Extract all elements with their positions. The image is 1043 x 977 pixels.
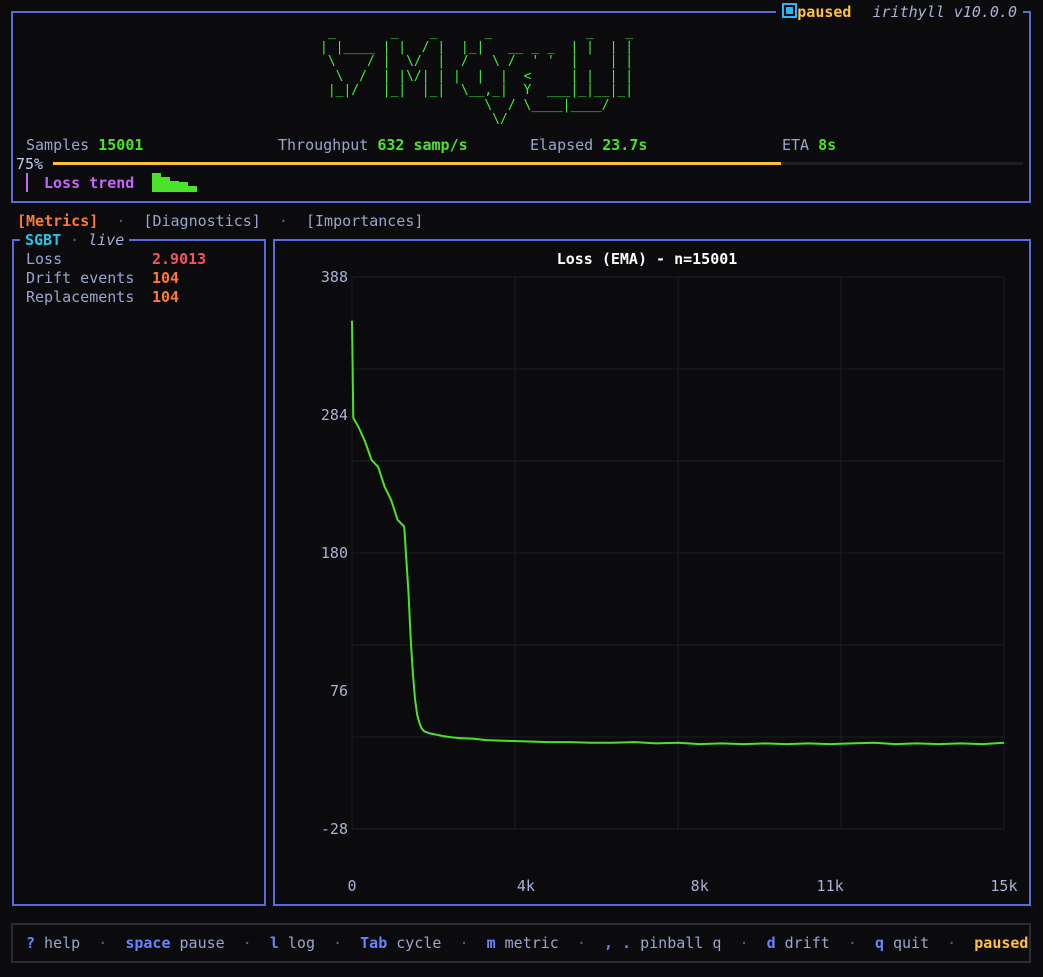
keybinding-drift[interactable]: d drift (767, 934, 830, 952)
metric-replacements: Replacements (26, 288, 134, 306)
metric-loss-value: 2.9013 (152, 250, 207, 268)
key-label: Tab (360, 934, 388, 952)
metric-replacements-value: 104 (152, 288, 180, 306)
eta-label: ETA (782, 136, 810, 154)
metric-label: Replacements (26, 288, 135, 306)
model-name: SGBT (25, 231, 62, 249)
key-separator: · (80, 934, 126, 952)
loss-trend-label: Loss trend (44, 174, 135, 192)
chart-grid (351, 276, 1005, 830)
loss-chart: Loss (EMA) - n=15001 388 284 180 76 -28 0 4k 8… (321, 250, 1018, 895)
keybinding-pause[interactable]: space pause (125, 934, 224, 952)
throughput-value: 632 samp/s (377, 136, 468, 154)
key-label: , . (604, 934, 632, 952)
progress-label: 75% (16, 155, 44, 173)
x-axis-ticks: 0 4k 8k 11k 15k (347, 877, 1017, 895)
key-label: space (125, 934, 171, 952)
progress-fill (53, 162, 781, 165)
elapsed-label: Elapsed (530, 136, 594, 154)
header-title: paused irithyll v10.0.0 (776, 3, 1023, 21)
y-axis-ticks: 388 284 180 76 -28 (321, 268, 348, 838)
key-action: pause (170, 934, 225, 952)
key-separator: · (829, 934, 875, 952)
samples-value: 15001 (98, 136, 144, 154)
sparkline-bar (152, 173, 161, 192)
elapsed-value: 23.7s (602, 136, 648, 154)
stat-samples: Samples 15001 (26, 136, 143, 154)
key-label: q (874, 934, 884, 952)
key-action: log (278, 934, 315, 952)
key-separator: · (929, 934, 975, 952)
sparkline-bar (161, 177, 170, 192)
key-action: help (35, 934, 81, 952)
key-separator: · (721, 934, 767, 952)
keybindings: ? help · space pause · l log · Tab cycle… (26, 934, 1028, 952)
keybinding-help[interactable]: ? help (26, 934, 80, 952)
status-indicator-icon (782, 3, 798, 18)
key-action: drift (775, 934, 830, 952)
eta-value: 8s (818, 136, 837, 154)
keybinding-pinball-q[interactable]: , . pinball q (604, 934, 721, 952)
keybinding-metric[interactable]: m metric (487, 934, 559, 952)
key-label: ? (26, 934, 36, 952)
keybinding-quit[interactable]: q quit (875, 934, 929, 952)
loss-trend-sparkline (152, 173, 197, 192)
tab-separator: · (269, 212, 297, 230)
logo: _ _ _ _ _ _ | |____ | | / | |_| __ _ _ |… (320, 25, 634, 127)
key-action: pinball q (631, 934, 722, 952)
key-separator: · (224, 934, 270, 952)
model-status: live (88, 231, 125, 249)
tab-diagnostics[interactable]: [Diagnostics] (143, 212, 260, 230)
sparkline-bar (179, 182, 188, 192)
y-tick-label: 76 (330, 682, 348, 700)
key-separator: · (558, 934, 604, 952)
throughput-label: Throughput (278, 136, 369, 154)
y-tick-label: 284 (321, 406, 348, 424)
key-separator: · (441, 934, 487, 952)
stat-elapsed: Elapsed 23.7s (530, 136, 647, 154)
keybinding-cycle[interactable]: Tab cycle (360, 934, 441, 952)
tab-separator: · (107, 212, 135, 230)
key-label: d (766, 934, 776, 952)
key-action: metric (495, 934, 559, 952)
sparkline-bar (170, 181, 179, 192)
key-label: m (486, 934, 496, 952)
key-action: cycle (387, 934, 442, 952)
y-tick-label: 388 (321, 268, 348, 286)
key-label: l (269, 934, 279, 952)
key-separator: · (315, 934, 361, 952)
x-tick-label: 4k (517, 877, 535, 895)
keybinding-log[interactable]: l log (270, 934, 315, 952)
footer-status: paused (974, 934, 1029, 952)
metrics-panel (12, 239, 266, 906)
stat-throughput: Throughput 632 samp/s (278, 136, 468, 154)
y-tick-label: -28 (321, 820, 348, 838)
progress-track (53, 162, 1023, 165)
tab-metrics[interactable]: [Metrics] (17, 212, 98, 230)
metric-loss: Loss (26, 250, 62, 268)
x-tick-label: 0 (347, 877, 356, 895)
metric-drift: Drift events (26, 269, 134, 287)
samples-label: Samples (26, 136, 90, 154)
metric-label: Drift events (26, 269, 135, 287)
x-tick-label: 11k (817, 877, 844, 895)
stat-eta: ETA 8s (782, 136, 836, 154)
tab-importances[interactable]: [Importances] (306, 212, 423, 230)
sparkline-bar (188, 186, 197, 192)
app-version: irithyll v10.0.0 (872, 3, 1018, 21)
x-tick-label: 15k (990, 877, 1017, 895)
x-tick-label: 8k (691, 877, 709, 895)
key-action: quit (883, 934, 930, 952)
chart-title: Loss (EMA) - n=15001 (557, 250, 738, 268)
status-text: paused (797, 3, 852, 21)
loss-trend-marker (26, 173, 28, 192)
metric-label: Loss (26, 250, 63, 268)
tab-bar: [Metrics] · [Diagnostics] · [Importances… (17, 212, 423, 230)
y-tick-label: 180 (321, 544, 348, 562)
metrics-panel-title: SGBT · live (20, 231, 130, 249)
metric-drift-value: 104 (152, 269, 180, 287)
